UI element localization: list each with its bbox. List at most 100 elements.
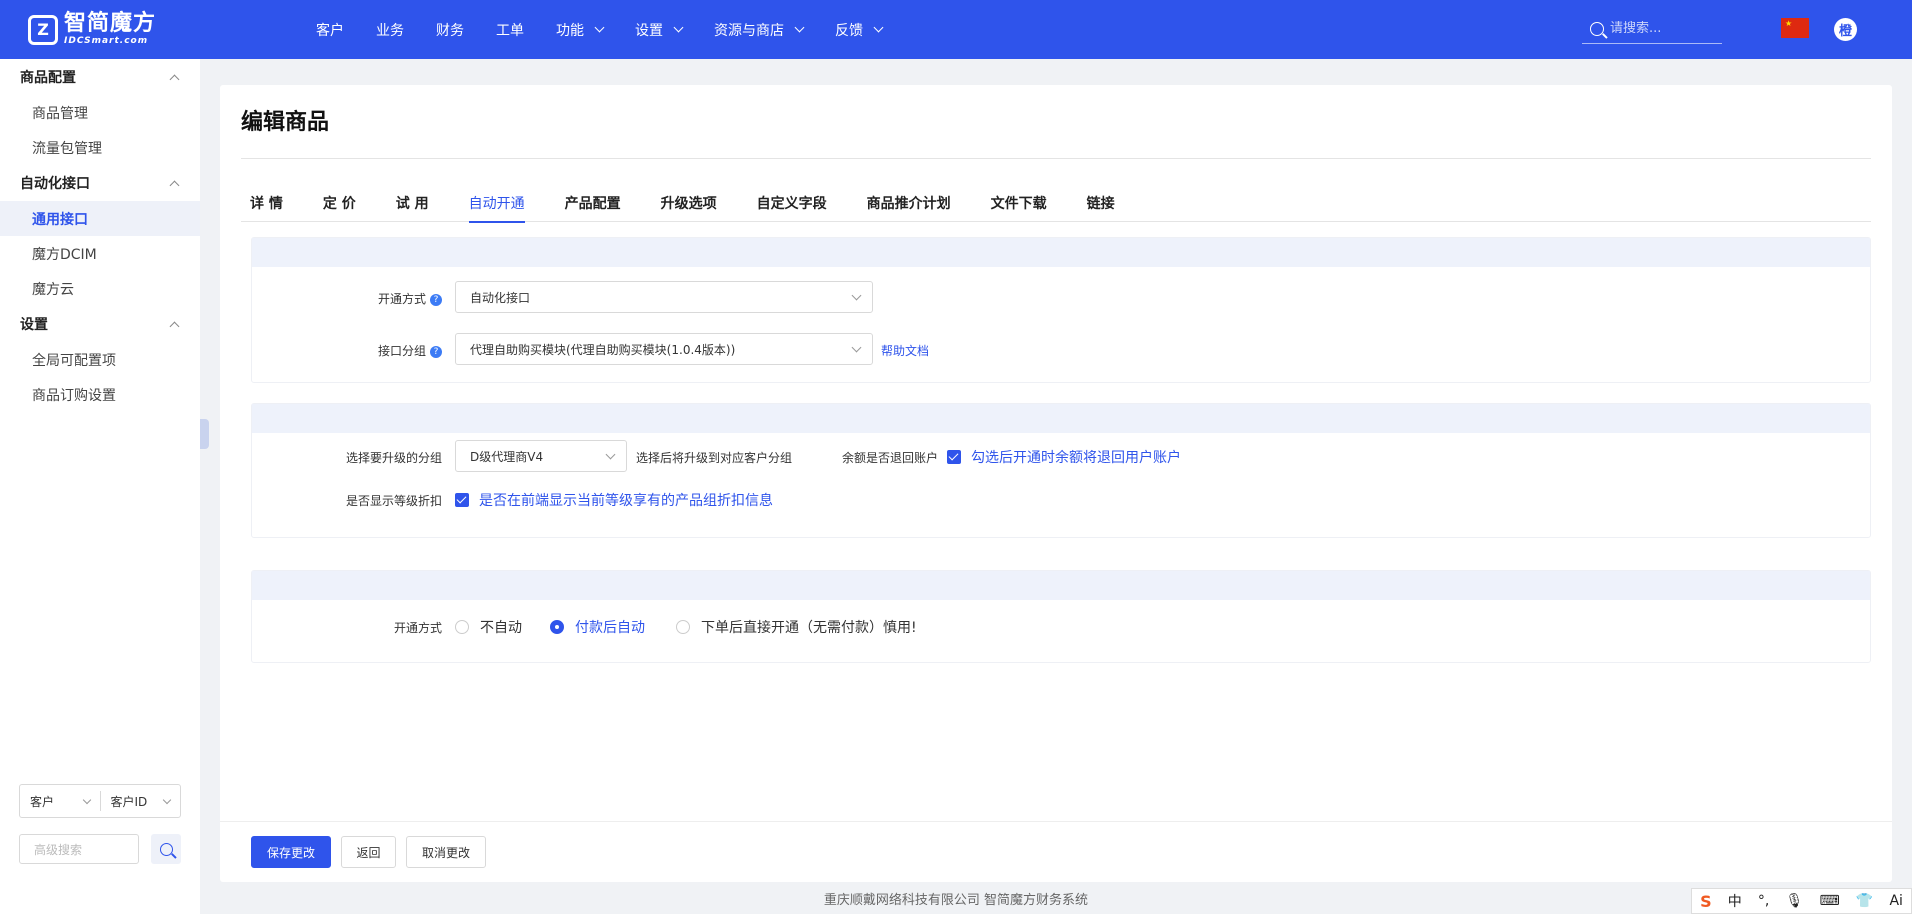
interface-group-select[interactable]: 代理自助购买模块(代理自助购买模块(1.0.4版本)): [455, 333, 873, 365]
radio-icon[interactable]: [676, 620, 690, 634]
ai-icon[interactable]: Ai: [1889, 893, 1902, 909]
chevron-down-icon: [82, 795, 91, 804]
nav-item-feedback[interactable]: 反馈: [819, 20, 898, 40]
page-title: 编辑商品: [241, 110, 330, 135]
chevron-down-icon: [851, 342, 862, 353]
sidebar-item-traffic-package[interactable]: 流量包管理: [0, 130, 200, 165]
chevron-down-icon: [794, 22, 805, 33]
section-header: [252, 571, 1870, 600]
tab-file-downloads[interactable]: 文件下载: [991, 184, 1067, 222]
tab-bar: 详 情 定 价 试 用 自动开通 产品配置 升级选项 自定义字段 商品推介计划 …: [241, 184, 1871, 223]
filter-field-select[interactable]: 客户ID: [99, 791, 181, 811]
tab-trial[interactable]: 试 用: [396, 184, 449, 222]
sogou-logo-icon[interactable]: S: [1700, 892, 1712, 911]
help-docs-link[interactable]: 帮助文档: [881, 342, 929, 359]
radio-no-auto[interactable]: 不自动: [455, 617, 522, 637]
back-button[interactable]: 返回: [341, 836, 396, 868]
chevron-down-icon: [851, 290, 862, 301]
search-icon[interactable]: [1590, 21, 1604, 36]
chevron-up-icon: [169, 321, 180, 331]
tab-product-config[interactable]: 产品配置: [565, 184, 641, 222]
provision-method-select[interactable]: 自动化接口: [455, 281, 873, 313]
chevron-down-icon: [162, 795, 172, 804]
sidebar: 商品配置 商品管理 流量包管理 自动化接口 通用接口 魔方DCIM 魔方云 设置…: [0, 59, 200, 914]
microphone-icon[interactable]: 🎙: [1786, 893, 1804, 909]
sidebar-item-dcim[interactable]: 魔方DCIM: [0, 236, 200, 271]
sidebar-item-product-management[interactable]: 商品管理: [0, 95, 200, 130]
tab-details[interactable]: 详 情: [241, 184, 303, 222]
checkbox-checked-icon[interactable]: [455, 493, 469, 507]
help-icon[interactable]: ?: [430, 293, 442, 306]
sidebar-group-settings[interactable]: 设置: [0, 306, 200, 342]
nav-item-settings[interactable]: 设置: [619, 20, 698, 40]
section-header: [252, 238, 1870, 267]
nav-item-resources-store[interactable]: 资源与商店: [698, 20, 819, 40]
checkbox-checked-icon[interactable]: [947, 450, 961, 464]
upgrade-group-select[interactable]: D级代理商V4: [455, 440, 627, 472]
logo[interactable]: Z 智简魔方 IDCSmart.com: [28, 13, 156, 46]
nav-item-customers[interactable]: 客户: [300, 20, 360, 40]
sidebar-item-global-config[interactable]: 全局可配置项: [0, 342, 200, 377]
copyright-text: 重庆顺戴网络科技有限公司 智简魔方财务系统: [823, 893, 1089, 908]
main-card: 编辑商品 详 情 定 价 试 用 自动开通 产品配置 升级选项 自定义字段 商品…: [220, 85, 1892, 882]
provision-method-label: 开通方式?: [322, 290, 442, 307]
discount-checkbox[interactable]: 是否在前端显示当前等级享有的产品组折扣信息: [455, 490, 773, 510]
tab-referral-plan[interactable]: 商品推介计划: [867, 184, 971, 222]
save-button[interactable]: 保存更改: [251, 836, 331, 868]
interface-group-label: 接口分组?: [322, 342, 442, 359]
radio-icon[interactable]: [455, 620, 469, 634]
filter-type-select[interactable]: 客户: [20, 791, 100, 811]
discount-label: 是否显示等级折扣: [345, 494, 442, 508]
chevron-down-icon: [594, 22, 605, 33]
ime-toolbar: S 中 °, 🎙 ⌨ 👕 Ai: [1691, 888, 1912, 914]
sidebar-item-order-settings[interactable]: 商品订购设置: [0, 377, 200, 412]
tab-custom-fields[interactable]: 自定义字段: [757, 184, 847, 222]
ime-punct-toggle[interactable]: °,: [1758, 893, 1769, 909]
section-header: [252, 404, 1870, 433]
avatar[interactable]: 橙: [1834, 18, 1857, 41]
tab-upgrade-options[interactable]: 升级选项: [661, 184, 737, 222]
sidebar-group-automation[interactable]: 自动化接口: [0, 165, 200, 201]
section-auto-provision: 开通方式 不自动 付款后自动 下单后直接开通（无需付款）慎用!: [251, 570, 1871, 663]
main-nav: 客户 业务 财务 工单 功能 设置 资源与商店 反馈: [300, 0, 898, 59]
shirt-icon[interactable]: 👕: [1856, 893, 1873, 909]
sidebar-item-cloud[interactable]: 魔方云: [0, 271, 200, 306]
sidebar-collapse-handle[interactable]: [200, 419, 209, 449]
section-upgrade-group: 选择要升级的分组 D级代理商V4 选择后将升级到对应客户分组 余额是否退回账户 …: [251, 403, 1871, 538]
refund-label: 余额是否退回账户: [841, 451, 938, 465]
chevron-down-icon: [673, 22, 684, 33]
chevron-up-icon: [169, 74, 180, 84]
refund-checkbox[interactable]: 勾选后开通时余额将退回用户账户: [947, 447, 1181, 467]
sidebar-group-product-config[interactable]: 商品配置: [0, 59, 200, 95]
ime-mode-toggle[interactable]: 中: [1728, 891, 1742, 911]
sidebar-item-general-interface[interactable]: 通用接口: [0, 201, 200, 236]
china-flag-icon[interactable]: ★: [1781, 18, 1809, 38]
tab-auto-provision[interactable]: 自动开通: [468, 184, 545, 223]
logo-cn: 智简魔方: [64, 11, 157, 36]
radio-provision-on-order[interactable]: 下单后直接开通（无需付款）慎用!: [676, 617, 917, 637]
radio-selected-icon[interactable]: [550, 620, 564, 634]
sidebar-filter-selects: 客户 客户ID: [19, 784, 181, 818]
nav-item-finance[interactable]: 财务: [420, 20, 480, 40]
top-search: [1582, 14, 1722, 44]
tab-links[interactable]: 链接: [1087, 184, 1135, 222]
upgrade-group-label: 选择要升级的分组: [345, 451, 442, 465]
top-search-input[interactable]: [1610, 21, 1720, 36]
radio-auto-after-payment[interactable]: 付款后自动: [550, 617, 645, 637]
logo-en: IDCSmart.com: [64, 36, 149, 46]
help-icon[interactable]: ?: [430, 345, 442, 358]
chevron-down-icon: [873, 22, 884, 33]
keyboard-icon[interactable]: ⌨: [1819, 893, 1839, 909]
section-provision-method: 开通方式? 自动化接口 接口分组? 代理自助购买模块(代理自助购买模块(1.0.…: [251, 237, 1871, 383]
advanced-search-input[interactable]: 高级搜索: [19, 834, 139, 864]
nav-item-features[interactable]: 功能: [540, 20, 619, 40]
upgrade-group-hint: 选择后将升级到对应客户分组: [636, 451, 793, 465]
nav-item-tickets[interactable]: 工单: [480, 20, 540, 40]
cancel-button[interactable]: 取消更改: [406, 836, 486, 868]
logo-icon: Z: [28, 14, 58, 45]
tab-pricing[interactable]: 定 价: [323, 184, 376, 222]
top-navbar: Z 智简魔方 IDCSmart.com 客户 业务 财务 工单 功能 设置 资源…: [0, 0, 1912, 59]
advanced-search-button[interactable]: [151, 834, 181, 864]
divider: [241, 158, 1871, 159]
nav-item-business[interactable]: 业务: [360, 20, 420, 40]
